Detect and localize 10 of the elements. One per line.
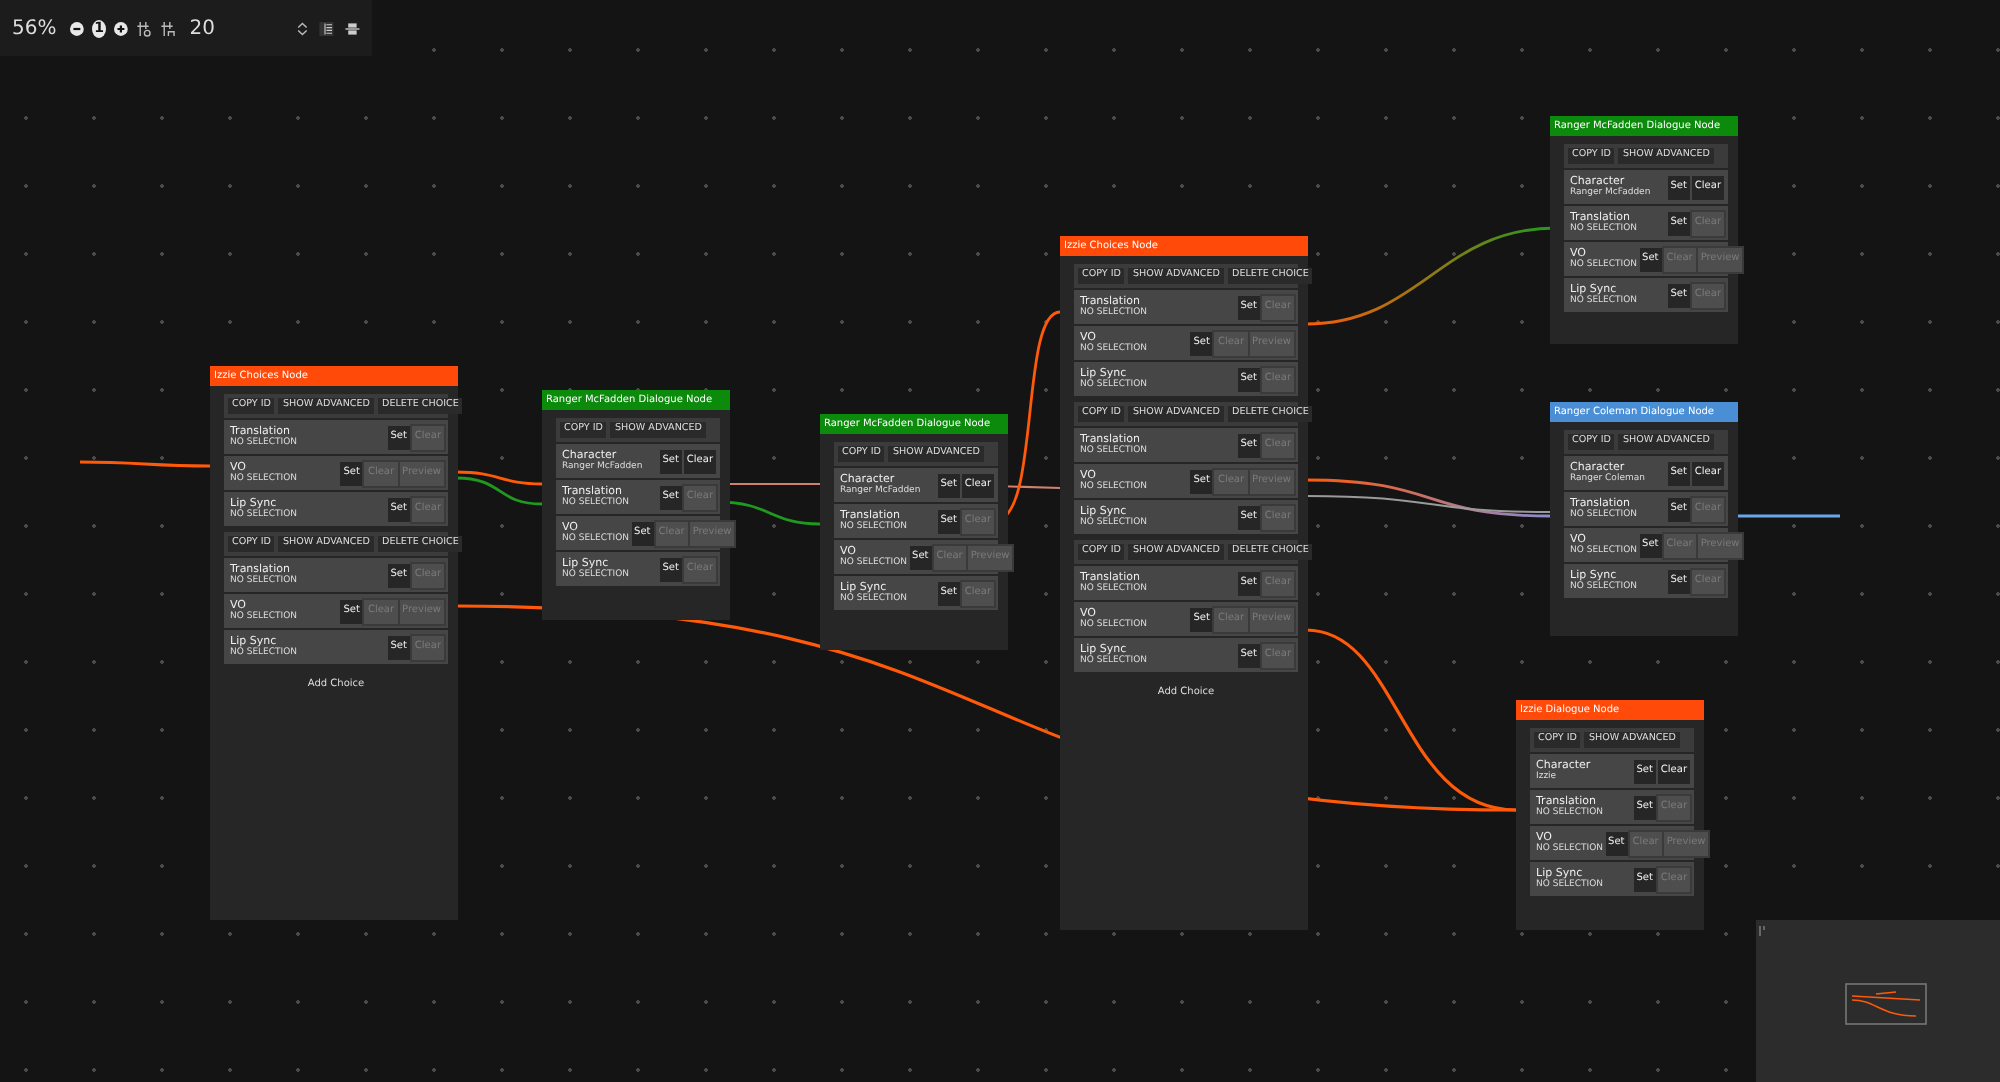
grid-icon[interactable]: [160, 17, 178, 39]
layout-icon[interactable]: [318, 17, 336, 39]
zoom-in-icon[interactable]: [114, 19, 128, 37]
zoom-level: 56%: [12, 15, 57, 43]
spinner-icon[interactable]: [293, 17, 311, 39]
zoom-out-icon[interactable]: [70, 19, 85, 37]
align-icon[interactable]: [343, 17, 361, 39]
connection-wire: [80, 460, 210, 468]
grid-size-field[interactable]: 20: [185, 13, 286, 43]
grid-snap-icon[interactable]: [135, 17, 153, 39]
